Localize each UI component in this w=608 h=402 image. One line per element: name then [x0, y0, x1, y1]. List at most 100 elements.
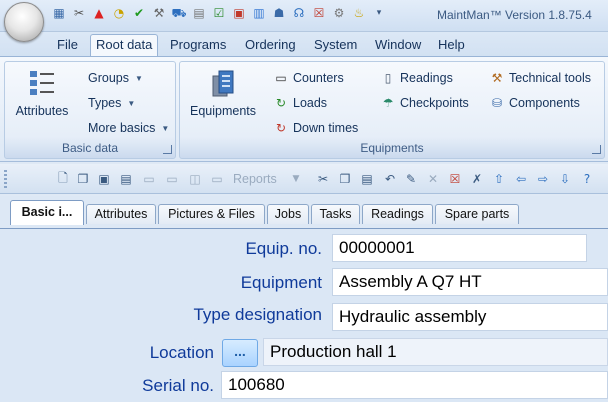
tab-tasks[interactable]: Tasks: [311, 204, 360, 224]
menu-help[interactable]: Help: [433, 35, 470, 56]
cut-icon[interactable]: ✂: [314, 170, 332, 188]
counters-button[interactable]: ▭ Counters: [273, 68, 344, 88]
checkpoint-pin-icon: ☂: [382, 96, 394, 110]
dropdown-icon[interactable]: ▾: [370, 4, 388, 22]
chevron-down-icon: ▼: [135, 73, 143, 83]
copy-record-icon[interactable]: ❐: [74, 170, 92, 188]
filter-icon[interactable]: ✗: [468, 170, 486, 188]
tab-jobs[interactable]: Jobs: [267, 204, 309, 224]
reports-dropdown[interactable]: Reports: [233, 172, 277, 186]
tab-readings[interactable]: Readings: [362, 204, 433, 224]
report-icon[interactable]: ☒: [310, 4, 328, 22]
gears-icon[interactable]: ⚙: [330, 4, 348, 22]
dialog-launcher-icon[interactable]: [163, 145, 172, 154]
paste-icon[interactable]: ▤: [358, 170, 376, 188]
calendar-icon[interactable]: ▣: [230, 4, 248, 22]
people-icon[interactable]: ☗: [270, 4, 288, 22]
attributes-button[interactable]: Attributes: [9, 68, 75, 118]
help-icon[interactable]: ?: [578, 170, 596, 188]
checkpoints-label: Checkpoints: [400, 96, 469, 110]
equipment-label: Equipment: [240, 273, 322, 292]
delete-record-icon[interactable]: ☒: [446, 170, 464, 188]
tab-attributes[interactable]: Attributes: [86, 204, 156, 224]
print-icon[interactable]: ▭: [140, 170, 158, 188]
arrow-down-icon[interactable]: ⇩: [556, 170, 574, 188]
stopwatch-icon[interactable]: ◔: [110, 4, 128, 22]
menu-root-data[interactable]: Root data: [90, 34, 159, 56]
undo-icon[interactable]: ↶: [381, 170, 399, 188]
tools-icon[interactable]: ✂: [70, 4, 88, 22]
preview-icon[interactable]: ◫: [186, 170, 204, 188]
dialog-launcher-icon[interactable]: [592, 145, 601, 154]
wrench-icon[interactable]: ⚒: [150, 4, 168, 22]
equipment-icon[interactable]: ▦: [50, 4, 68, 22]
delete-icon[interactable]: ✕: [424, 170, 442, 188]
tab-basic-info[interactable]: Basic i...: [10, 200, 84, 225]
equipments-icon: [207, 68, 239, 100]
groups-label: Groups: [88, 71, 129, 85]
headset-icon[interactable]: ☊: [290, 4, 308, 22]
lightbulb-icon[interactable]: ♨: [350, 4, 368, 22]
types-button[interactable]: Types ▼: [88, 93, 135, 113]
more-basics-button[interactable]: More basics ▼: [88, 118, 169, 138]
window-icon[interactable]: ▣: [95, 170, 113, 188]
arrow-left-icon[interactable]: ⇦: [512, 170, 530, 188]
equipment-field[interactable]: Assembly A Q7 HT: [332, 268, 608, 296]
serial-no-field[interactable]: 100680: [221, 371, 608, 399]
ribbon-group-equipments: Equipments ▭ Counters ↻ Loads ↻ Down times …: [179, 61, 605, 159]
components-button[interactable]: ⛁ Components: [489, 93, 580, 113]
groups-button[interactable]: Groups ▼: [88, 68, 143, 88]
tab-pictures-files[interactable]: Pictures & Files: [158, 204, 265, 224]
location-browse-button[interactable]: ...: [222, 339, 258, 367]
menu-system[interactable]: System: [309, 35, 362, 56]
equip-no-field[interactable]: 00000001: [332, 234, 587, 262]
tools-icon: ⚒: [491, 71, 503, 85]
document-icon[interactable]: ▤: [190, 4, 208, 22]
menu-file[interactable]: File: [52, 35, 83, 56]
record-tabs: Basic i... Attributes Pictures & Files J…: [0, 196, 608, 228]
readings-label: Readings: [400, 71, 453, 85]
save-icon[interactable]: ▤: [117, 170, 135, 188]
new-icon[interactable]: 🗋: [54, 170, 72, 188]
type-designation-label: Type designation: [193, 305, 322, 324]
title-bar: ▦ ✂ ▲ ◔ ✔ ⚒ ⛟ ▤ ☑ ▣ ▥ ☗ ☊ ☒ ⚙ ♨ ▾ MaintM…: [0, 0, 608, 32]
arrow-right-icon[interactable]: ⇨: [534, 170, 552, 188]
attributes-label: Attributes: [15, 104, 69, 118]
basic-info-form: Equip. no. 00000001 Equipment Assembly A…: [0, 228, 608, 402]
loads-button[interactable]: ↻ Loads: [273, 93, 327, 113]
check-icon[interactable]: ✔: [130, 4, 148, 22]
checkpoints-button[interactable]: ☂ Checkpoints: [380, 93, 469, 113]
chart-check-icon[interactable]: ☑: [210, 4, 228, 22]
down-times-label: Down times: [293, 121, 359, 135]
chevron-down-icon[interactable]: ▼: [287, 170, 305, 188]
menu-window[interactable]: Window: [370, 35, 426, 56]
readings-icon: ▯: [384, 71, 392, 85]
down-times-button[interactable]: ↻ Down times: [273, 118, 358, 138]
toolbar-grip[interactable]: [4, 170, 7, 188]
tab-spare-parts[interactable]: Spare parts: [435, 204, 519, 224]
bar-chart-icon[interactable]: ▥: [250, 4, 268, 22]
ribbon-group-basic-data: Attributes Groups ▼ Types ▼ More basics ▼ B…: [4, 61, 176, 159]
truck-icon[interactable]: ⛟: [170, 4, 188, 22]
equipments-button[interactable]: Equipments: [184, 68, 262, 118]
warning-icon[interactable]: ▲: [90, 4, 108, 22]
location-label: Location: [149, 343, 214, 362]
type-designation-field[interactable]: Hydraulic assembly: [332, 303, 608, 331]
menu-programs[interactable]: Programs: [165, 35, 231, 56]
application-menu-button[interactable]: [4, 2, 44, 42]
technical-tools-button[interactable]: ⚒ Technical tools: [489, 68, 591, 88]
edit-icon[interactable]: ✎: [402, 170, 420, 188]
counter-icon: ▭: [275, 71, 287, 85]
ribbon: Attributes Groups ▼ Types ▼ More basics ▼ B…: [0, 56, 608, 162]
menu-ordering[interactable]: Ordering: [240, 35, 301, 56]
print-preview-icon[interactable]: ▭: [163, 170, 181, 188]
equip-no-label: Equip. no.: [245, 239, 322, 258]
copy-icon[interactable]: ❐: [336, 170, 354, 188]
readings-button[interactable]: ▯ Readings: [380, 68, 453, 88]
location-field[interactable]: Production hall 1: [263, 338, 608, 366]
arrow-up-icon[interactable]: ⇧: [490, 170, 508, 188]
ribbon-group-label: Basic data: [61, 141, 119, 155]
counters-label: Counters: [293, 71, 344, 85]
record-toolbar: 🗋 ❐ ▣ ▤ ▭ ▭ ◫ ▭ Reports ▼ ✂ ❐ ▤ ↶ ✎ ✕ ☒ …: [0, 164, 608, 194]
reports-icon[interactable]: ▭: [208, 170, 226, 188]
